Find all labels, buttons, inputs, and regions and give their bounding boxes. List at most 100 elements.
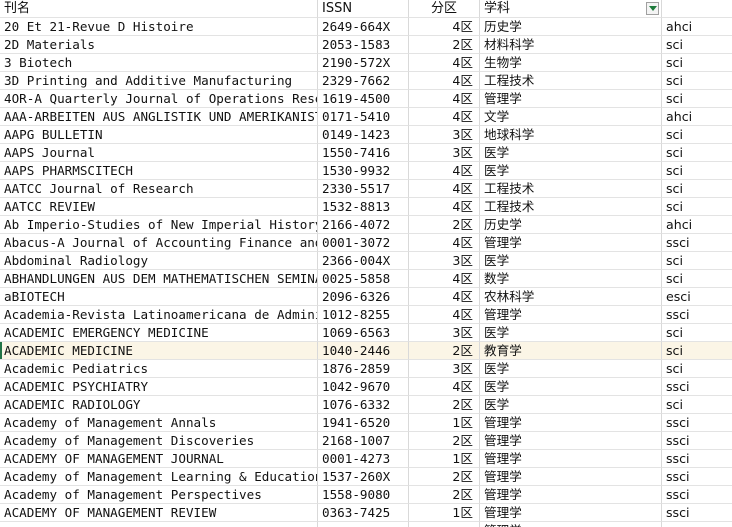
cell-subject[interactable]: 管理学 <box>480 522 662 527</box>
cell-name[interactable]: ACADEMIC EMERGENCY MEDICINE <box>0 324 318 342</box>
cell-subject[interactable]: 材料科学 <box>480 36 662 54</box>
cell-zone[interactable]: 2区 <box>409 432 480 450</box>
cell-zone[interactable]: 4区 <box>409 234 480 252</box>
cell-zone[interactable]: 2区 <box>409 468 480 486</box>
cell-index[interactable]: sci <box>662 72 732 90</box>
cell-name[interactable]: Academic Pediatrics <box>0 360 318 378</box>
cell-subject[interactable]: 管理学 <box>480 234 662 252</box>
cell-subject[interactable]: 历史学 <box>480 216 662 234</box>
cell-index[interactable]: ahci <box>662 108 732 126</box>
cell-subject[interactable]: 工程技术 <box>480 180 662 198</box>
cell-zone[interactable]: 4区 <box>409 306 480 324</box>
cell-subject[interactable]: 管理学 <box>480 468 662 486</box>
cell-subject[interactable]: 管理学 <box>480 432 662 450</box>
cell-index[interactable]: sci <box>662 252 732 270</box>
cell-zone[interactable]: 2区 <box>409 342 480 360</box>
cell-index[interactable]: ssci <box>662 234 732 252</box>
cell-index[interactable]: esci <box>662 288 732 306</box>
cell-name[interactable]: Academy of Management Discoveries <box>0 432 318 450</box>
cell-issn[interactable]: 1876-2859 <box>318 360 409 378</box>
header-name[interactable]: 刊名 <box>0 0 318 18</box>
cell-subject[interactable]: 地球科学 <box>480 126 662 144</box>
header-zone[interactable]: 分区 <box>409 0 480 18</box>
cell-issn[interactable]: 0363-7425 <box>318 504 409 522</box>
cell-index[interactable]: sci <box>662 342 732 360</box>
cell-issn[interactable]: 1530-9932 <box>318 162 409 180</box>
cell-index[interactable]: sci <box>662 270 732 288</box>
cell-subject[interactable]: 农林科学 <box>480 288 662 306</box>
cell-zone[interactable]: 4区 <box>409 288 480 306</box>
cell-name[interactable]: ACADEMIC RADIOLOGY <box>0 396 318 414</box>
cell-zone[interactable]: 2区 <box>409 486 480 504</box>
cell-index[interactable]: ahci <box>662 18 732 36</box>
cell-subject[interactable]: 数学 <box>480 270 662 288</box>
cell-zone[interactable]: 2区 <box>409 36 480 54</box>
cell-issn[interactable]: 2166-4072 <box>318 216 409 234</box>
cell-name[interactable]: Academy of Management Learning & Educati… <box>0 468 318 486</box>
cell-issn[interactable]: 1042-9670 <box>318 378 409 396</box>
cell-zone[interactable]: 2区 <box>409 396 480 414</box>
cell-issn[interactable]: 1040-2446 <box>318 342 409 360</box>
cell-zone[interactable]: 4区 <box>409 378 480 396</box>
cell-subject[interactable]: 教育学 <box>480 342 662 360</box>
cell-zone[interactable]: 4区 <box>409 180 480 198</box>
cell-index[interactable]: sci <box>662 324 732 342</box>
cell-name[interactable]: Academy of Management Perspectives <box>0 486 318 504</box>
cell-subject[interactable]: 医学 <box>480 396 662 414</box>
cell-index[interactable]: sci <box>662 54 732 72</box>
cell-index[interactable]: sci <box>662 144 732 162</box>
cell-name[interactable]: aBIOTECH <box>0 288 318 306</box>
cell-name[interactable]: AATCC REVIEW <box>0 198 318 216</box>
cell-name[interactable] <box>0 522 318 527</box>
cell-zone[interactable]: 1区 <box>409 450 480 468</box>
cell-issn[interactable]: 1076-6332 <box>318 396 409 414</box>
cell-issn[interactable]: 0001-4273 <box>318 450 409 468</box>
cell-index[interactable]: sci <box>662 126 732 144</box>
cell-name[interactable]: Academy of Management Annals <box>0 414 318 432</box>
cell-index[interactable]: sci <box>662 36 732 54</box>
cell-zone[interactable]: 3区 <box>409 324 480 342</box>
cell-name[interactable]: ABHANDLUNGEN AUS DEM MATHEMATISCHEN SEMI… <box>0 270 318 288</box>
cell-name[interactable]: ACADEMIC PSYCHIATRY <box>0 378 318 396</box>
cell-name[interactable]: AATCC Journal of Research <box>0 180 318 198</box>
cell-zone[interactable]: 3区 <box>409 360 480 378</box>
cell-issn[interactable]: 2329-7662 <box>318 72 409 90</box>
cell-index[interactable]: ssci <box>662 414 732 432</box>
cell-name[interactable]: ACADEMIC MEDICINE <box>0 342 318 360</box>
cell-issn[interactable]: 2190-572X <box>318 54 409 72</box>
cell-issn[interactable]: 2096-6326 <box>318 288 409 306</box>
cell-name[interactable]: 2D Materials <box>0 36 318 54</box>
cell-name[interactable]: AAPS PHARMSCITECH <box>0 162 318 180</box>
cell-name[interactable]: 3D Printing and Additive Manufacturing <box>0 72 318 90</box>
cell-issn[interactable]: 0149-1423 <box>318 126 409 144</box>
header-issn[interactable]: ISSN <box>318 0 409 18</box>
cell-index[interactable]: ssci <box>662 378 732 396</box>
cell-subject[interactable]: 管理学 <box>480 486 662 504</box>
cell-zone[interactable]: 4区 <box>409 162 480 180</box>
cell-name[interactable]: 20 Et 21-Revue D Histoire <box>0 18 318 36</box>
cell-index[interactable]: ssci <box>662 450 732 468</box>
cell-subject[interactable]: 管理学 <box>480 306 662 324</box>
header-subject[interactable]: 学科 <box>480 0 662 18</box>
cell-subject[interactable]: 管理学 <box>480 504 662 522</box>
cell-zone[interactable]: 4区 <box>409 90 480 108</box>
cell-issn[interactable]: 1558-9080 <box>318 486 409 504</box>
cell-zone[interactable]: 4区 <box>409 198 480 216</box>
cell-index[interactable]: ssci <box>662 468 732 486</box>
cell-zone[interactable]: 4区 <box>409 18 480 36</box>
cell-name[interactable]: Abacus-A Journal of Accounting Finance a… <box>0 234 318 252</box>
header-index[interactable] <box>662 0 732 18</box>
cell-zone[interactable]: 3区 <box>409 144 480 162</box>
cell-issn[interactable]: 0171-5410 <box>318 108 409 126</box>
cell-zone[interactable]: 4区 <box>409 72 480 90</box>
cell-zone[interactable]: 3区 <box>409 126 480 144</box>
cell-issn[interactable]: 1012-8255 <box>318 306 409 324</box>
cell-subject[interactable]: 管理学 <box>480 450 662 468</box>
cell-index[interactable]: sci <box>662 198 732 216</box>
cell-subject[interactable]: 医学 <box>480 324 662 342</box>
cell-name[interactable]: ACADEMY OF MANAGEMENT JOURNAL <box>0 450 318 468</box>
cell-index[interactable]: ahci <box>662 216 732 234</box>
cell-issn[interactable]: 1537-260X <box>318 468 409 486</box>
cell-zone[interactable]: 4区 <box>409 270 480 288</box>
cell-issn[interactable]: 2168-1007 <box>318 432 409 450</box>
